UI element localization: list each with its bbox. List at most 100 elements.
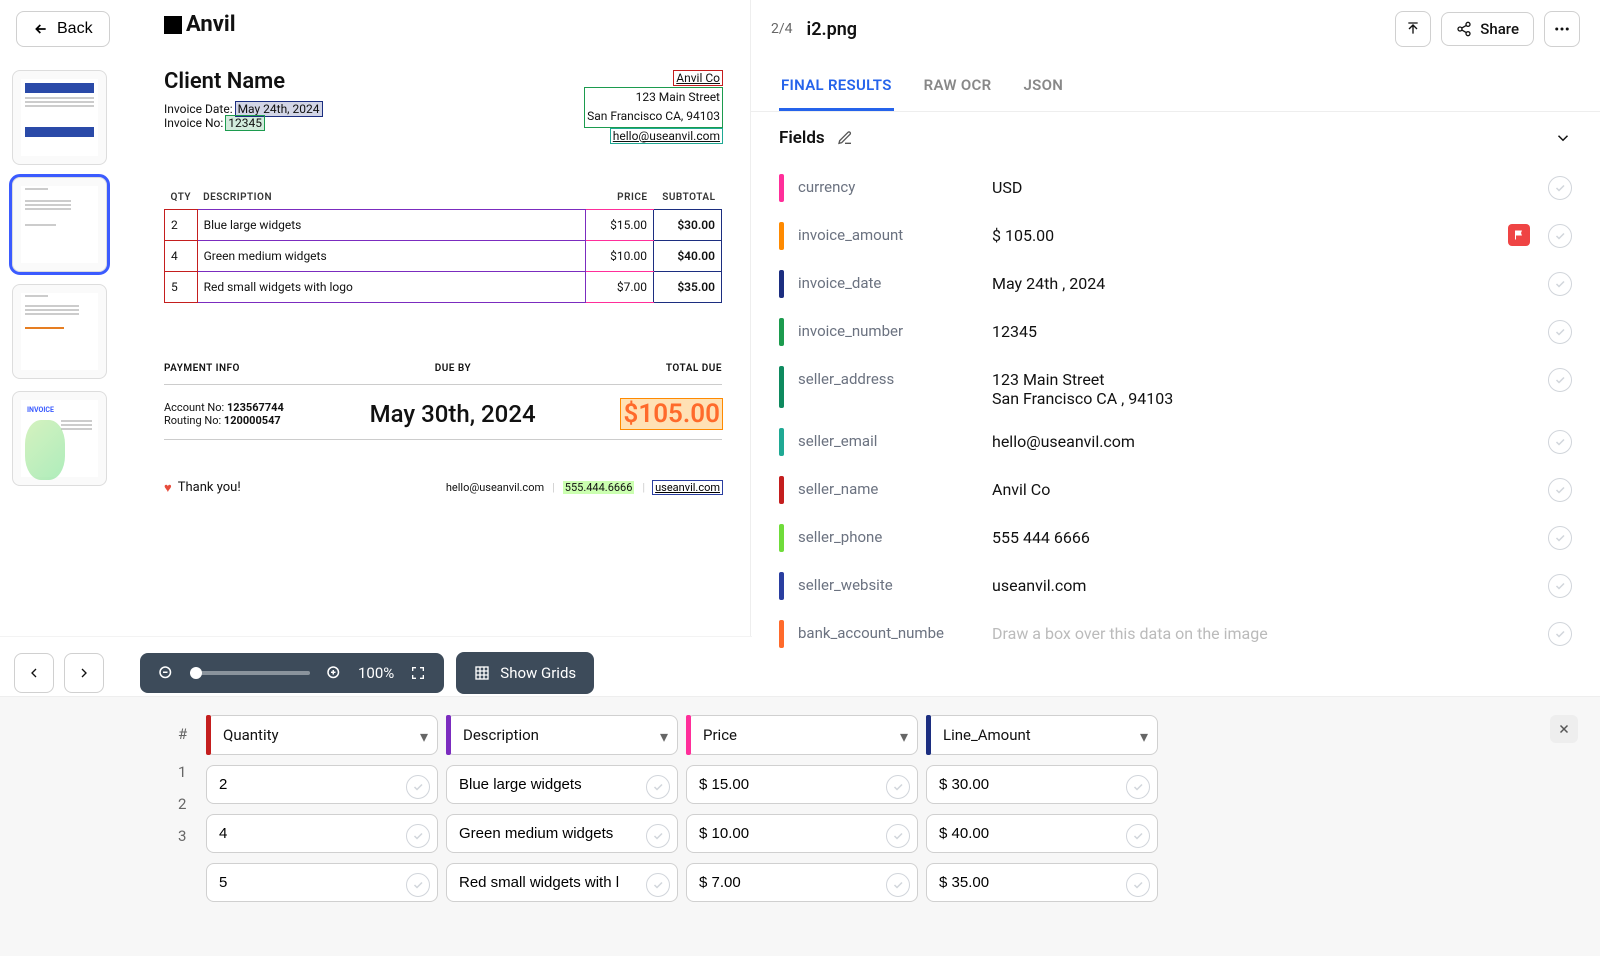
field-name: invoice_amount bbox=[798, 222, 978, 244]
grid-cell-input[interactable] bbox=[686, 765, 918, 804]
more-menu-button[interactable] bbox=[1544, 11, 1580, 47]
grid-cell-input[interactable] bbox=[206, 765, 438, 804]
grid-cell-input[interactable] bbox=[206, 863, 438, 902]
table-row[interactable]: 5Red small widgets with logo$7.00$35.00 bbox=[165, 271, 722, 302]
upload-button[interactable] bbox=[1395, 11, 1431, 47]
field-row[interactable]: currency USD bbox=[771, 164, 1580, 212]
hl-email[interactable]: hello@useanvil.com bbox=[611, 129, 722, 143]
table-row[interactable]: 2Blue large widgets$15.00$30.00 bbox=[165, 209, 722, 240]
fields-header: Fields bbox=[779, 128, 825, 148]
field-approve-button[interactable] bbox=[1548, 478, 1572, 502]
share-icon bbox=[1456, 21, 1472, 37]
next-page-button[interactable] bbox=[64, 653, 104, 693]
pencil-icon bbox=[837, 130, 853, 146]
field-color-bar bbox=[779, 174, 784, 202]
tab-raw-ocr[interactable]: RAW OCR bbox=[922, 68, 994, 111]
cell-approve-button[interactable] bbox=[1126, 873, 1150, 897]
field-name: currency bbox=[798, 174, 978, 196]
hl-invoice-no[interactable]: 12345 bbox=[226, 116, 264, 130]
cell-approve-button[interactable] bbox=[406, 775, 430, 799]
grid-cell-input[interactable] bbox=[446, 765, 678, 804]
grid-cell-input[interactable] bbox=[206, 814, 438, 853]
field-row[interactable]: invoice_date May 24th , 2024 bbox=[771, 260, 1580, 308]
grid-cell bbox=[926, 863, 1158, 902]
field-value: USD bbox=[992, 174, 1534, 197]
field-row[interactable]: invoice_number 12345 bbox=[771, 308, 1580, 356]
field-approve-button[interactable] bbox=[1548, 430, 1572, 454]
cell-approve-button[interactable] bbox=[406, 824, 430, 848]
field-approve-button[interactable] bbox=[1548, 574, 1572, 598]
field-value: 12345 bbox=[992, 318, 1534, 341]
field-color-bar bbox=[779, 524, 784, 552]
fullscreen-button[interactable] bbox=[408, 663, 428, 683]
thumbnail-4[interactable]: INVOICE bbox=[12, 391, 107, 486]
thumbnail-3[interactable] bbox=[12, 284, 107, 379]
cell-approve-button[interactable] bbox=[646, 824, 670, 848]
field-approve-button[interactable] bbox=[1548, 224, 1572, 248]
back-button[interactable]: Back bbox=[16, 11, 110, 47]
grid-column-header[interactable]: Quantity▾ bbox=[206, 715, 438, 755]
field-flag-badge[interactable] bbox=[1508, 224, 1530, 246]
prev-page-button[interactable] bbox=[14, 653, 54, 693]
close-grid-button[interactable] bbox=[1550, 715, 1578, 743]
show-grids-button[interactable]: Show Grids bbox=[456, 652, 594, 694]
hl-invoice-date[interactable]: May 24th, 2024 bbox=[236, 102, 322, 116]
hl-address[interactable]: 123 Main Street San Francisco CA, 94103 bbox=[585, 88, 722, 126]
field-row[interactable]: seller_phone 555 444 6666 bbox=[771, 514, 1580, 562]
grid-cell-input[interactable] bbox=[926, 863, 1158, 902]
cell-approve-button[interactable] bbox=[1126, 824, 1150, 848]
field-approve-button[interactable] bbox=[1548, 272, 1572, 296]
share-button[interactable]: Share bbox=[1441, 12, 1534, 46]
thumbnail-1[interactable] bbox=[12, 70, 107, 165]
field-row[interactable]: seller_name Anvil Co bbox=[771, 466, 1580, 514]
zoom-slider[interactable] bbox=[190, 671, 310, 675]
field-row[interactable]: seller_address 123 Main StreetSan Franci… bbox=[771, 356, 1580, 418]
grid-cell-input[interactable] bbox=[926, 814, 1158, 853]
grid-cell-input[interactable] bbox=[686, 863, 918, 902]
field-name: seller_website bbox=[798, 572, 978, 594]
arrow-left-icon bbox=[33, 21, 49, 37]
zoom-in-button[interactable] bbox=[324, 663, 344, 683]
field-approve-button[interactable] bbox=[1548, 526, 1572, 550]
grid-cell bbox=[206, 765, 438, 804]
cell-approve-button[interactable] bbox=[886, 873, 910, 897]
hl-site[interactable]: useanvil.com bbox=[653, 481, 722, 494]
table-row[interactable]: 4Green medium widgets$10.00$40.00 bbox=[165, 240, 722, 271]
tab-final-results[interactable]: FINAL RESULTS bbox=[779, 68, 894, 111]
edit-fields-button[interactable] bbox=[837, 130, 853, 146]
hl-total[interactable]: $105.00 bbox=[621, 399, 722, 429]
grid-column-header[interactable]: Price▾ bbox=[686, 715, 918, 755]
collapse-fields-button[interactable] bbox=[1554, 129, 1572, 147]
field-name: bank_account_numbe bbox=[798, 620, 978, 642]
cell-approve-button[interactable] bbox=[886, 775, 910, 799]
cell-approve-button[interactable] bbox=[646, 873, 670, 897]
grid-column-header[interactable]: Description▾ bbox=[446, 715, 678, 755]
grid-cell-input[interactable] bbox=[686, 814, 918, 853]
grid-cell bbox=[926, 765, 1158, 804]
due-date: May 30th, 2024 bbox=[284, 400, 622, 428]
field-approve-button[interactable] bbox=[1548, 176, 1572, 200]
field-approve-button[interactable] bbox=[1548, 622, 1572, 646]
grid-cell-input[interactable] bbox=[926, 765, 1158, 804]
field-row[interactable]: seller_email hello@useanvil.com bbox=[771, 418, 1580, 466]
grid-cell-input[interactable] bbox=[446, 863, 678, 902]
cell-approve-button[interactable] bbox=[886, 824, 910, 848]
tab-json[interactable]: JSON bbox=[1022, 68, 1066, 111]
zoom-out-button[interactable] bbox=[156, 663, 176, 683]
field-row[interactable]: bank_account_numbe Draw a box over this … bbox=[771, 610, 1580, 658]
grid-column-header[interactable]: Line_Amount▾ bbox=[926, 715, 1158, 755]
field-row[interactable]: invoice_amount $ 105.00 bbox=[771, 212, 1580, 260]
cell-approve-button[interactable] bbox=[1126, 775, 1150, 799]
cell-approve-button[interactable] bbox=[646, 775, 670, 799]
hl-phone[interactable]: 555.444.6666 bbox=[563, 481, 635, 494]
hl-company[interactable]: Anvil Co bbox=[674, 71, 722, 85]
field-approve-button[interactable] bbox=[1548, 368, 1572, 392]
grid-cell-input[interactable] bbox=[446, 814, 678, 853]
field-approve-button[interactable] bbox=[1548, 320, 1572, 344]
field-row[interactable]: seller_website useanvil.com bbox=[771, 562, 1580, 610]
thumbnail-2[interactable] bbox=[12, 177, 107, 272]
grid-icon bbox=[474, 665, 490, 681]
field-value: May 24th , 2024 bbox=[992, 270, 1534, 293]
brand: Anvil bbox=[164, 12, 722, 37]
cell-approve-button[interactable] bbox=[406, 873, 430, 897]
